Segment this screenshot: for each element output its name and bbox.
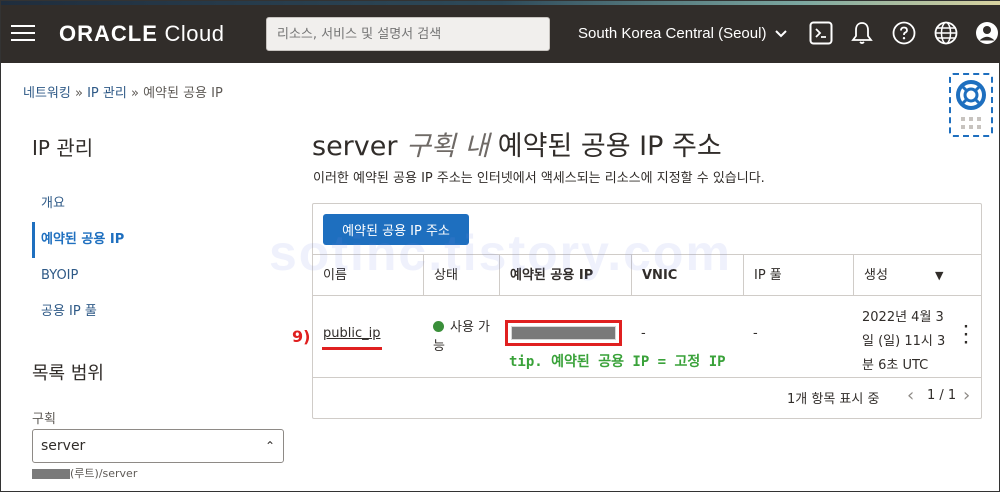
available-status-dot: [433, 321, 444, 332]
sort-descending-icon[interactable]: ▼: [935, 255, 943, 296]
table-header: 이름 상태 예약된 공용 IP VNIC IP 풀 생성 ▼: [313, 254, 981, 296]
compartment-path-text: (루트)/server: [70, 467, 138, 480]
annotation-tip: tip. 예약된 공용 IP = 고정 IP: [509, 354, 726, 370]
page-title-compartment: server: [312, 131, 398, 162]
chevron-updown-icon: ⌃: [264, 439, 275, 453]
compartment-select[interactable]: server ⌃: [32, 429, 284, 463]
breadcrumb-separator: »: [130, 86, 139, 101]
sidebar-item-overview[interactable]: 개요: [32, 186, 282, 222]
breadcrumb-ip-management[interactable]: IP 관리: [87, 86, 127, 101]
next-page-icon[interactable]: ›: [963, 385, 970, 406]
compartment-path: (루트)/server: [32, 465, 137, 481]
region-label: South Korea Central (Seoul): [578, 25, 767, 42]
breadcrumb: 네트워킹 » IP 관리 » 예약된 공용 IP: [23, 82, 223, 101]
chevron-down-icon: [774, 30, 787, 38]
status-cell: 사용 가능: [433, 318, 495, 356]
vnic-cell: -: [641, 326, 646, 341]
region-selector[interactable]: South Korea Central (Seoul): [578, 25, 788, 42]
cloud-shell-icon[interactable]: [809, 21, 833, 45]
column-header-status[interactable]: 상태: [424, 255, 500, 296]
brand-stripe: [1, 1, 1000, 5]
sidebar-item-byoip[interactable]: BYOIP: [32, 258, 282, 294]
column-header-reserved-ip[interactable]: 예약된 공용 IP: [500, 255, 632, 296]
reserved-ip-table-panel: 예약된 공용 IP 주소 이름 상태 예약된 공용 IP VNIC IP 풀 생…: [312, 203, 982, 419]
ip-pool-cell: -: [753, 326, 758, 341]
item-count: 1개 항목 표시 중: [787, 392, 880, 407]
page-description: 이러한 예약된 공용 IP 주소는 인터넷에서 액세스되는 리소스에 지정할 수…: [313, 171, 765, 186]
sidebar-item-public-ip-pools[interactable]: 공용 IP 풀: [32, 294, 282, 330]
sidebar-item-reserved-public-ip[interactable]: 예약된 공용 IP: [32, 222, 282, 258]
compartment-value: server: [41, 438, 86, 454]
previous-page-icon[interactable]: ‹: [907, 385, 914, 406]
created-cell: 2022년 4월 3일 (일) 11시 3분 6초 UTC: [862, 310, 946, 373]
page-title-italic: 구획 내: [406, 131, 490, 162]
column-header-name[interactable]: 이름: [313, 255, 424, 296]
redacted-tenancy: [32, 469, 70, 479]
page-indicator: 1 / 1: [927, 388, 957, 403]
sidebar-title: IP 관리: [32, 136, 94, 160]
annotation-step-number: 9): [292, 327, 311, 346]
lifebuoy-icon: [956, 80, 986, 110]
top-navigation-bar: ORACLE Cloud South Korea Central (Seoul): [1, 1, 1000, 63]
page-title: server 구획 내 예약된 공용 IP 주소: [312, 124, 722, 163]
bell-icon[interactable]: [850, 21, 874, 45]
breadcrumb-separator: »: [74, 86, 83, 101]
annotation-underline: [322, 347, 382, 350]
public-ip-name-link[interactable]: public_ip: [323, 326, 380, 341]
breadcrumb-networking[interactable]: 네트워킹: [23, 86, 71, 101]
list-scope-title: 목록 범위: [32, 363, 104, 384]
help-icon[interactable]: [892, 21, 916, 45]
sidebar-nav: 개요 예약된 공용 IP BYOIP 공용 IP 풀: [32, 186, 282, 330]
grid-dots-icon: [961, 117, 981, 129]
menu-icon[interactable]: [11, 25, 35, 43]
column-header-vnic[interactable]: VNIC: [632, 255, 744, 296]
row-actions-kebab-icon[interactable]: · · ·: [961, 321, 971, 350]
redacted-ip-address: [505, 320, 622, 346]
compartment-label: 구획: [32, 412, 56, 427]
page-title-resource: 예약된 공용 IP 주소: [497, 131, 722, 162]
column-header-created[interactable]: 생성: [854, 255, 981, 296]
help-widget[interactable]: [949, 73, 993, 137]
breadcrumb-current: 예약된 공용 IP: [143, 86, 223, 101]
search-input[interactable]: [266, 17, 550, 51]
column-header-ip-pool[interactable]: IP 풀: [744, 255, 854, 296]
profile-icon[interactable]: [975, 21, 999, 45]
reserve-public-ip-button[interactable]: 예약된 공용 IP 주소: [323, 214, 469, 245]
globe-icon[interactable]: [934, 21, 958, 45]
oracle-cloud-logo[interactable]: ORACLE Cloud: [59, 21, 225, 47]
